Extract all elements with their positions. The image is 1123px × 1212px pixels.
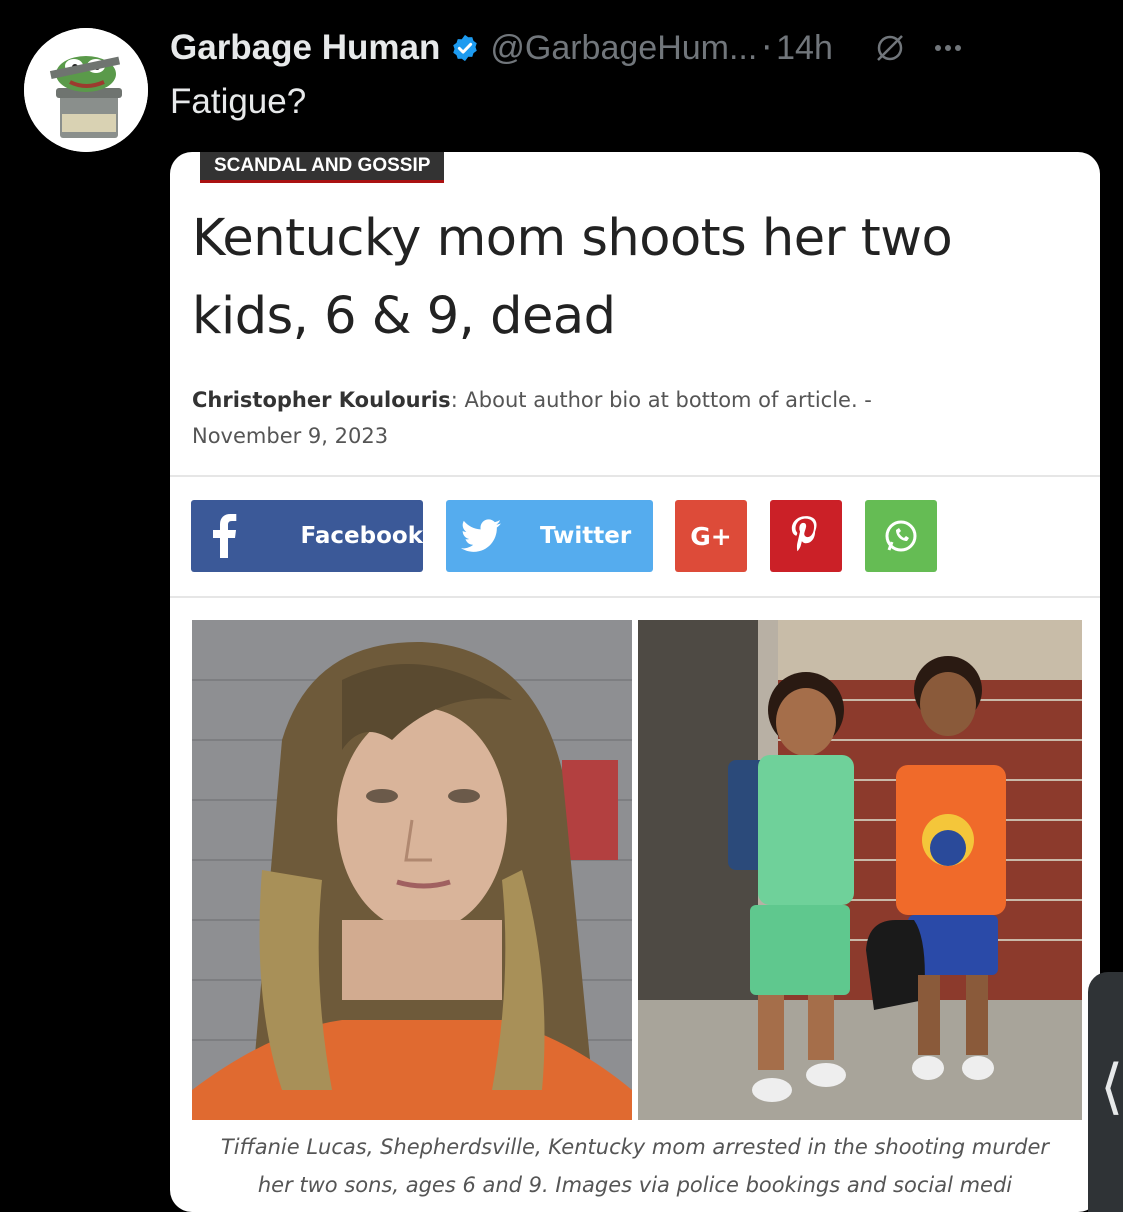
- facebook-share-button[interactable]: Facebook: [191, 500, 423, 572]
- kids-photo: [638, 620, 1082, 1120]
- more-dots-icon[interactable]: [931, 31, 965, 65]
- caption-line-2: her two sons, ages 6 and 9. Images via p…: [257, 1173, 1013, 1197]
- category-tag: SCANDAL AND GOSSIP: [200, 152, 445, 183]
- tweet-text: Fatigue?: [170, 82, 307, 121]
- author-suffix: : About author bio at bottom of article.…: [450, 388, 872, 412]
- headline-line-2: kids, 6 & 9, dead: [192, 287, 616, 346]
- verified-badge-icon: [453, 34, 478, 62]
- headline-line-1: Kentucky mom shoots her two: [192, 209, 953, 268]
- twitter-label: Twitter: [540, 523, 632, 549]
- media-nav-handle[interactable]: ⟨: [1088, 972, 1123, 1212]
- avatar-image: [24, 28, 148, 152]
- mugshot-photo: [192, 620, 632, 1120]
- gplus-icon: G+: [690, 521, 732, 551]
- user-handle[interactable]: @GarbageHum...: [490, 29, 757, 68]
- whatsapp-icon: [885, 520, 917, 552]
- twitter-bird-icon: [446, 500, 516, 572]
- whatsapp-share-button[interactable]: [865, 500, 937, 572]
- tweet-header: Garbage Human @GarbageHum... · 14h: [170, 22, 1110, 74]
- facebook-label: Facebook: [300, 523, 423, 549]
- divider: [170, 596, 1100, 598]
- divider: [170, 475, 1100, 477]
- separator-dot: ·: [761, 28, 773, 68]
- article-byline: Christopher Koulouris: About author bio …: [192, 382, 1072, 454]
- article-date: November 9, 2023: [192, 424, 389, 448]
- article-headline: Kentucky mom shoots her two kids, 6 & 9,…: [192, 200, 1082, 356]
- display-name[interactable]: Garbage Human: [170, 28, 440, 68]
- pinterest-icon: [791, 516, 817, 552]
- article-photos: [192, 620, 1082, 1120]
- avatar[interactable]: [24, 28, 148, 152]
- twitter-share-button[interactable]: Twitter: [446, 500, 653, 572]
- caption-line-1: Tiffanie Lucas, Shepherdsville, Kentucky…: [220, 1135, 1050, 1159]
- facebook-icon: [191, 500, 257, 572]
- gplus-share-button[interactable]: G+: [675, 500, 747, 572]
- pinterest-share-button[interactable]: [770, 500, 842, 572]
- author-name: Christopher Koulouris: [192, 388, 451, 412]
- chevron-left-icon: ⟨: [1100, 1052, 1123, 1122]
- tweet-timestamp[interactable]: 14h: [776, 29, 833, 68]
- grok-icon[interactable]: [873, 31, 907, 65]
- photo-caption: Tiffanie Lucas, Shepherdsville, Kentucky…: [170, 1128, 1100, 1204]
- article-screenshot-card[interactable]: SCANDAL AND GOSSIP Kentucky mom shoots h…: [170, 152, 1100, 1212]
